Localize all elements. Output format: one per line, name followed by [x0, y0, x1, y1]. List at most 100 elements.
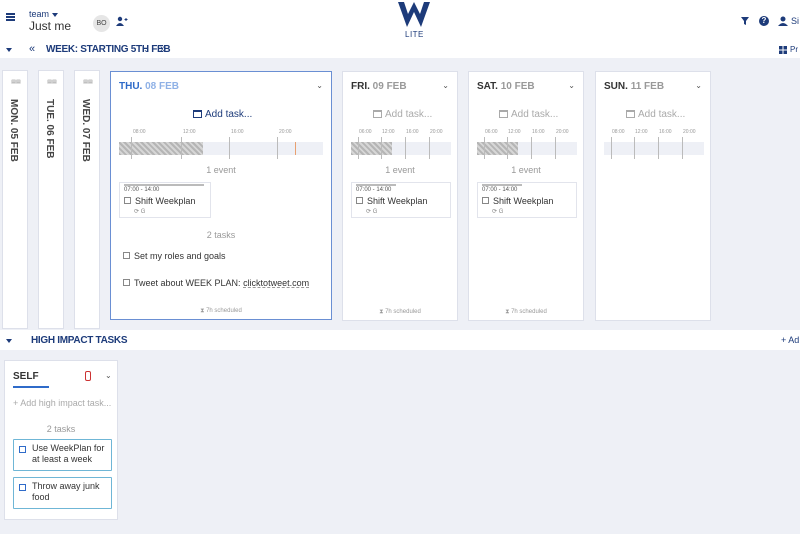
add-task-label: Add task... — [638, 109, 686, 120]
day-title-sat[interactable]: SAT. 10 FEB — [477, 81, 535, 92]
timeline-label: 08:00 — [133, 129, 146, 135]
task-checkbox[interactable] — [123, 252, 130, 259]
timeline-track — [604, 142, 704, 155]
day-column-mon[interactable]: ▤▤ MON. 05 FEB — [2, 70, 28, 329]
day-name: FRI. — [351, 81, 370, 92]
add-task-button[interactable]: Add task... — [499, 109, 558, 120]
timeline-label: 12:00 — [635, 129, 648, 135]
timeline-tick — [405, 137, 406, 159]
task-link[interactable]: clicktotweet.com — [243, 278, 309, 288]
timeline-tick — [531, 137, 532, 159]
high-impact-task[interactable]: Use WeekPlan for at least a week — [13, 439, 112, 471]
week-title[interactable]: WEEK: STARTING 5TH FEB — [46, 44, 171, 55]
day-label-mon[interactable]: MON. 05 FEB — [8, 99, 19, 162]
day-menu-chevron-icon[interactable]: ⌄ — [568, 81, 575, 90]
event-time: 07:00 - 14:00 — [124, 187, 160, 193]
add-task-button[interactable]: Add task... — [626, 109, 685, 120]
day-name: SUN. — [604, 81, 628, 92]
day-timeline[interactable]: 06:00 12:00 16:00 20:00 — [477, 129, 577, 161]
top-bar: team Just me BO LITE ? Si — [0, 0, 800, 42]
team-name[interactable]: Just me — [29, 19, 71, 33]
event-meta-icons: ⟳ G — [492, 209, 504, 215]
add-task-button[interactable]: Add task... — [373, 109, 432, 120]
day-column-tue[interactable]: ▤▤ TUE. 06 FEB — [38, 70, 64, 329]
day-card-sat: SAT. 10 FEB ⌄ Add task... 06:00 12:00 16… — [468, 71, 584, 321]
filter-icon[interactable] — [741, 17, 749, 25]
task-item[interactable]: Tweet about WEEK PLAN: clicktotweet.com — [123, 278, 309, 288]
day-date: 10 FEB — [500, 81, 535, 92]
timeline-label: 08:00 — [612, 129, 625, 135]
team-dropdown-caret-icon[interactable] — [52, 13, 58, 17]
day-date: 11 FEB — [630, 81, 665, 92]
day-date: 09 FEB — [372, 81, 407, 92]
task-checkbox[interactable] — [123, 279, 130, 286]
day-timeline[interactable]: 08:00 12:00 16:00 20:00 — [119, 129, 323, 161]
task-checkbox[interactable] — [19, 446, 26, 453]
high-impact-title[interactable]: HIGH IMPACT TASKS — [31, 335, 128, 346]
view-menu-label[interactable]: Pr — [790, 45, 798, 54]
event-time: 07:00 - 14:00 — [356, 187, 392, 193]
team-label[interactable]: team — [29, 9, 49, 19]
avatar[interactable]: BO — [93, 15, 110, 32]
collapse-high-impact-caret-icon[interactable] — [6, 339, 12, 343]
calendar-icon — [626, 110, 635, 118]
event-checkbox[interactable] — [124, 197, 131, 204]
day-label-wed[interactable]: WED. 07 FEB — [80, 99, 91, 162]
day-menu-chevron-icon[interactable]: ⌄ — [316, 81, 323, 90]
weekplan-logo-icon — [398, 2, 430, 27]
previous-week-button[interactable]: « — [29, 43, 35, 55]
timeline-label: 16:00 — [231, 129, 244, 135]
day-menu-chevron-icon[interactable]: ⌄ — [695, 81, 702, 90]
timeline-tick — [484, 137, 485, 159]
timeline-tick — [507, 137, 508, 159]
help-icon[interactable]: ? — [759, 16, 769, 26]
task-checkbox[interactable] — [19, 484, 26, 491]
timeline-label: 20:00 — [556, 129, 569, 135]
event-card[interactable]: 07:00 - 14:00 Shift Weekplan ⟳ G — [119, 182, 211, 218]
timeline-label: 12:00 — [382, 129, 395, 135]
menu-icon[interactable] — [6, 13, 15, 21]
grid-icon[interactable] — [779, 46, 787, 54]
day-title-thu[interactable]: THU. 08 FEB — [119, 81, 179, 92]
day-title-sun[interactable]: SUN. 11 FEB — [604, 81, 664, 92]
role-menu-chevron-icon[interactable]: ⌄ — [105, 371, 112, 380]
timeline-label: 20:00 — [683, 129, 696, 135]
high-impact-area: SELF ⌄ + Add high impact task... 2 tasks… — [0, 350, 800, 530]
day-title-fri[interactable]: FRI. 09 FEB — [351, 81, 407, 92]
timeline-label: 16:00 — [406, 129, 419, 135]
calendar-icon — [373, 110, 382, 118]
high-impact-header: HIGH IMPACT TASKS + Ad — [0, 330, 800, 350]
event-checkbox[interactable] — [482, 197, 489, 204]
day-menu-chevron-icon[interactable]: ⌄ — [442, 81, 449, 90]
event-card[interactable]: 07:00 - 14:00 Shift Weekplan ⟳ G — [351, 182, 451, 218]
day-label-tue[interactable]: TUE. 06 FEB — [44, 99, 55, 158]
add-task-button[interactable]: Add task... — [193, 109, 252, 120]
timeline-label: 16:00 — [659, 129, 672, 135]
add-high-impact-role-button[interactable]: + Ad — [781, 335, 799, 345]
week-dropdown-chevron-icon[interactable]: ⌄ — [143, 45, 150, 54]
add-high-impact-task-button[interactable]: + Add high impact task... — [13, 398, 111, 408]
event-checkbox[interactable] — [356, 197, 363, 204]
timeline-tick — [658, 137, 659, 159]
event-progress-bar — [124, 184, 204, 186]
user-icon[interactable] — [778, 16, 788, 26]
task-item[interactable]: Set my roles and goals — [123, 251, 226, 261]
add-user-icon[interactable] — [116, 16, 128, 26]
day-name: SAT. — [477, 81, 498, 92]
timeline-tick — [611, 137, 612, 159]
high-impact-task[interactable]: Throw away junk food — [13, 477, 112, 509]
event-card[interactable]: 07:00 - 14:00 Shift Weekplan ⟳ G — [477, 182, 577, 218]
event-title: Shift Weekplan — [356, 196, 427, 206]
day-column-wed[interactable]: ▤▤ WED. 07 FEB — [74, 70, 100, 329]
timeline-tick — [634, 137, 635, 159]
day-timeline[interactable]: 06:00 12:00 16:00 20:00 — [351, 129, 451, 161]
role-color-tag-icon[interactable] — [85, 371, 91, 381]
task-label: Throw away junk food — [32, 481, 100, 502]
collapse-week-caret-icon[interactable] — [6, 48, 12, 52]
role-title[interactable]: SELF — [13, 371, 39, 382]
next-week-button[interactable]: » — [160, 43, 166, 55]
user-menu-label[interactable]: Si — [791, 16, 799, 26]
day-timeline[interactable]: 08:00 12:00 16:00 20:00 — [604, 129, 704, 161]
event-meta-icons: ⟳ G — [134, 209, 146, 215]
day-name: THU. — [119, 81, 143, 92]
